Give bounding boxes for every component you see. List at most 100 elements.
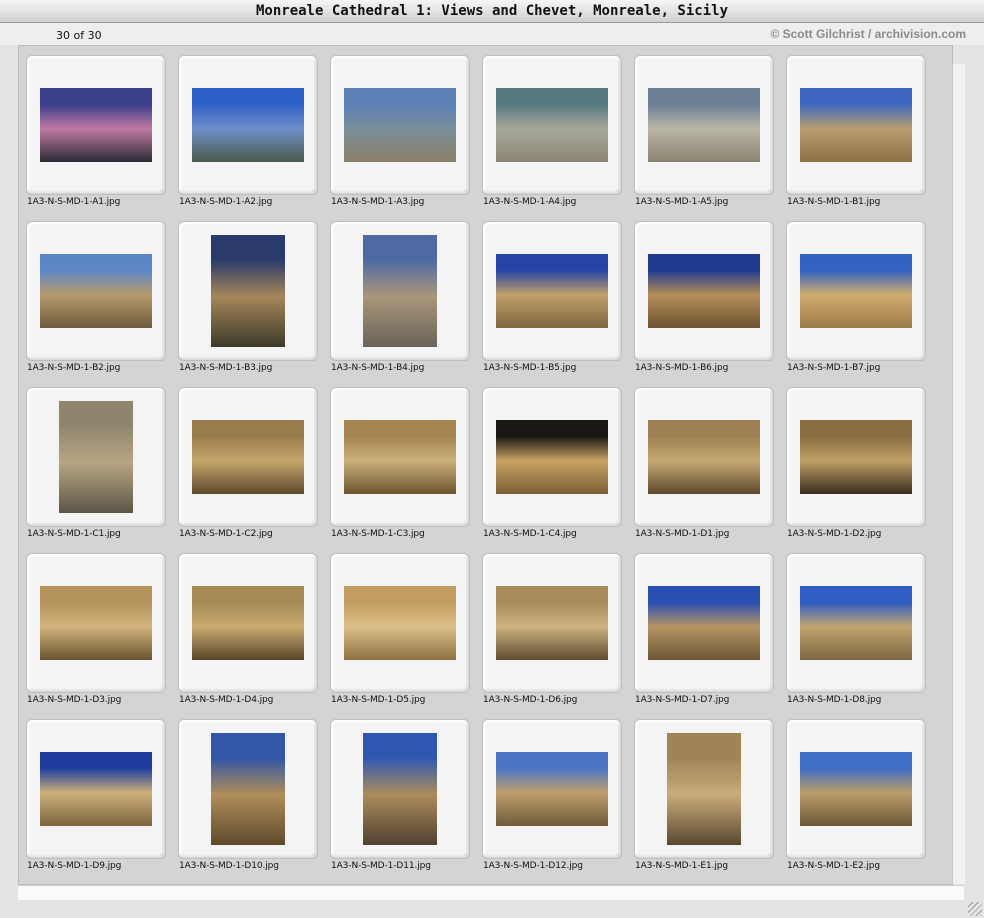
thumbnail-filename: 1A3-N-S-MD-1-B6.jpg: [635, 363, 729, 373]
thumbnail-item[interactable]: 1A3-N-S-MD-1-C4.jpg: [476, 387, 628, 553]
thumbnail-image[interactable]: [59, 401, 133, 513]
slide-mount[interactable]: [26, 553, 166, 693]
thumbnail-item[interactable]: 1A3-N-S-MD-1-D1.jpg: [628, 387, 780, 553]
thumbnail-image[interactable]: [344, 586, 456, 660]
thumbnail-image[interactable]: [192, 586, 304, 660]
slide-mount[interactable]: [482, 55, 622, 195]
thumbnail-filename: 1A3-N-S-MD-1-D12.jpg: [483, 861, 583, 871]
thumbnail-filename: 1A3-N-S-MD-1-E1.jpg: [635, 861, 729, 871]
slide-mount[interactable]: [786, 221, 926, 361]
thumbnail-image[interactable]: [363, 733, 437, 845]
thumbnail-item[interactable]: 1A3-N-S-MD-1-E2.jpg: [780, 719, 932, 885]
slide-mount[interactable]: [26, 387, 166, 527]
thumbnail-image[interactable]: [648, 420, 760, 494]
slide-mount[interactable]: [330, 221, 470, 361]
thumbnail-item[interactable]: 1A3-N-S-MD-1-C1.jpg: [20, 387, 172, 553]
thumbnail-item[interactable]: 1A3-N-S-MD-1-A4.jpg: [476, 55, 628, 221]
thumbnail-item[interactable]: 1A3-N-S-MD-1-D11.jpg: [324, 719, 476, 885]
thumbnail-item[interactable]: 1A3-N-S-MD-1-B4.jpg: [324, 221, 476, 387]
thumbnail-image[interactable]: [40, 88, 152, 162]
thumbnail-image[interactable]: [800, 254, 912, 328]
thumbnail-image[interactable]: [496, 752, 608, 826]
thumbnail-item[interactable]: 1A3-N-S-MD-1-D10.jpg: [172, 719, 324, 885]
thumbnail-item[interactable]: 1A3-N-S-MD-1-B2.jpg: [20, 221, 172, 387]
thumbnail-image[interactable]: [40, 752, 152, 826]
slide-mount[interactable]: [482, 553, 622, 693]
thumbnail-image[interactable]: [667, 733, 741, 845]
thumbnail-image[interactable]: [363, 235, 437, 347]
thumbnail-item[interactable]: 1A3-N-S-MD-1-B6.jpg: [628, 221, 780, 387]
slide-mount[interactable]: [26, 221, 166, 361]
slide-mount[interactable]: [178, 719, 318, 859]
thumbnail-item[interactable]: 1A3-N-S-MD-1-B3.jpg: [172, 221, 324, 387]
slide-mount[interactable]: [330, 55, 470, 195]
slide-mount[interactable]: [330, 553, 470, 693]
thumbnail-item[interactable]: 1A3-N-S-MD-1-D2.jpg: [780, 387, 932, 553]
slide-mount[interactable]: [26, 55, 166, 195]
slide-mount[interactable]: [178, 55, 318, 195]
slide-mount[interactable]: [482, 719, 622, 859]
resize-grip-icon[interactable]: [968, 902, 982, 916]
thumbnail-item[interactable]: 1A3-N-S-MD-1-A1.jpg: [20, 55, 172, 221]
thumbnail-image[interactable]: [496, 586, 608, 660]
slide-mount[interactable]: [634, 55, 774, 195]
thumbnail-image[interactable]: [40, 586, 152, 660]
slide-mount[interactable]: [330, 719, 470, 859]
thumbnail-filename: 1A3-N-S-MD-1-D4.jpg: [179, 695, 274, 705]
thumbnail-image[interactable]: [800, 752, 912, 826]
thumbnail-item[interactable]: 1A3-N-S-MD-1-A5.jpg: [628, 55, 780, 221]
thumbnail-image[interactable]: [211, 733, 285, 845]
thumbnail-item[interactable]: 1A3-N-S-MD-1-B5.jpg: [476, 221, 628, 387]
slide-mount[interactable]: [634, 719, 774, 859]
thumbnail-item[interactable]: 1A3-N-S-MD-1-D8.jpg: [780, 553, 932, 719]
thumbnail-filename: 1A3-N-S-MD-1-D8.jpg: [787, 695, 882, 705]
slide-mount[interactable]: [786, 387, 926, 527]
thumbnail-image[interactable]: [800, 586, 912, 660]
slide-mount[interactable]: [482, 221, 622, 361]
slide-mount[interactable]: [634, 221, 774, 361]
thumbnail-item[interactable]: 1A3-N-S-MD-1-D5.jpg: [324, 553, 476, 719]
vertical-scrollbar[interactable]: [952, 64, 965, 884]
thumbnail-image[interactable]: [800, 88, 912, 162]
info-bar: 30 of 30 © Scott Gilchrist / archivision…: [0, 23, 984, 45]
thumbnail-item[interactable]: 1A3-N-S-MD-1-D9.jpg: [20, 719, 172, 885]
thumbnail-item[interactable]: 1A3-N-S-MD-1-D6.jpg: [476, 553, 628, 719]
thumbnail-image[interactable]: [192, 420, 304, 494]
thumbnail-image[interactable]: [496, 88, 608, 162]
slide-mount[interactable]: [26, 719, 166, 859]
thumbnail-filename: 1A3-N-S-MD-1-B3.jpg: [179, 363, 273, 373]
slide-mount[interactable]: [634, 553, 774, 693]
thumbnail-image[interactable]: [648, 586, 760, 660]
thumbnail-item[interactable]: 1A3-N-S-MD-1-B7.jpg: [780, 221, 932, 387]
thumbnail-item[interactable]: 1A3-N-S-MD-1-C3.jpg: [324, 387, 476, 553]
thumbnail-item[interactable]: 1A3-N-S-MD-1-D4.jpg: [172, 553, 324, 719]
thumbnail-image[interactable]: [344, 420, 456, 494]
thumbnail-image[interactable]: [211, 235, 285, 347]
thumbnail-item[interactable]: 1A3-N-S-MD-1-C2.jpg: [172, 387, 324, 553]
slide-mount[interactable]: [178, 553, 318, 693]
thumbnail-image[interactable]: [344, 88, 456, 162]
slide-mount[interactable]: [786, 553, 926, 693]
thumbnail-item[interactable]: 1A3-N-S-MD-1-E1.jpg: [628, 719, 780, 885]
slide-mount[interactable]: [178, 221, 318, 361]
thumbnail-item[interactable]: 1A3-N-S-MD-1-D12.jpg: [476, 719, 628, 885]
thumbnail-item[interactable]: 1A3-N-S-MD-1-A2.jpg: [172, 55, 324, 221]
thumbnail-image[interactable]: [192, 88, 304, 162]
thumbnail-image[interactable]: [648, 254, 760, 328]
slide-mount[interactable]: [786, 719, 926, 859]
thumbnail-image[interactable]: [648, 88, 760, 162]
thumbnail-image[interactable]: [496, 420, 608, 494]
thumbnail-item[interactable]: 1A3-N-S-MD-1-A3.jpg: [324, 55, 476, 221]
thumbnail-item[interactable]: 1A3-N-S-MD-1-D3.jpg: [20, 553, 172, 719]
slide-mount[interactable]: [786, 55, 926, 195]
thumbnail-image[interactable]: [496, 254, 608, 328]
thumbnail-image[interactable]: [800, 420, 912, 494]
slide-mount[interactable]: [482, 387, 622, 527]
thumbnail-image[interactable]: [40, 254, 152, 328]
thumbnail-item[interactable]: 1A3-N-S-MD-1-B1.jpg: [780, 55, 932, 221]
slide-mount[interactable]: [178, 387, 318, 527]
slide-mount[interactable]: [634, 387, 774, 527]
horizontal-scrollbar[interactable]: [18, 885, 964, 900]
thumbnail-item[interactable]: 1A3-N-S-MD-1-D7.jpg: [628, 553, 780, 719]
slide-mount[interactable]: [330, 387, 470, 527]
